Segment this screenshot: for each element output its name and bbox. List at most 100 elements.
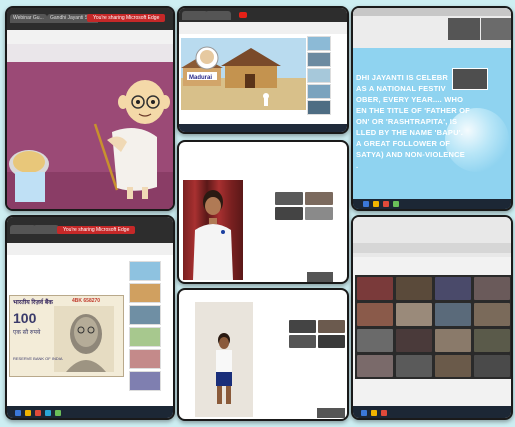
suggested-video-thumb[interactable] <box>129 371 161 391</box>
village-video-frame: Madurai <box>181 38 306 110</box>
browser-tab-bar <box>353 8 511 48</box>
taskbar <box>7 406 173 418</box>
participant-tile[interactable] <box>396 329 432 352</box>
taskbar-app-icon[interactable] <box>45 410 51 416</box>
participant-tile[interactable] <box>318 320 345 333</box>
taskbar-app-icon[interactable] <box>393 201 399 207</box>
suggested-video-thumb[interactable] <box>307 84 331 99</box>
slide-line: DHI JAYANTI IS CELEBR <box>356 73 448 82</box>
slide-text-block: DHI JAYANTI IS CELEBR AS A NATIONAL FEST… <box>356 72 506 171</box>
taskbar-app-icon[interactable] <box>381 410 387 416</box>
slide-line: EN THE TITLE OF 'FATHER OF <box>356 106 470 115</box>
participant-tile[interactable] <box>396 303 432 326</box>
address-bar[interactable] <box>179 22 347 34</box>
suggested-video-thumb[interactable] <box>307 52 331 67</box>
slide-line: ON' OR 'RASHTRAPITA', IS <box>356 117 458 126</box>
student-figure <box>216 333 232 404</box>
presentation-ribbon <box>353 8 511 16</box>
participant-tile[interactable] <box>305 207 333 220</box>
suggested-video-thumb[interactable] <box>129 283 161 303</box>
taskbar-app-icon[interactable] <box>383 201 389 207</box>
suggested-video-thumb[interactable] <box>129 261 161 281</box>
participant-tile[interactable] <box>357 329 393 352</box>
participant-tile[interactable] <box>275 192 303 205</box>
participant-tile[interactable] <box>396 277 432 300</box>
participant-tile[interactable] <box>317 408 345 418</box>
suggested-video-thumb[interactable] <box>129 305 161 325</box>
taskbar-app-icon[interactable] <box>55 410 61 416</box>
address-bar[interactable] <box>7 243 173 255</box>
screenshot-student-girl <box>177 140 349 284</box>
participant-tile[interactable] <box>307 272 333 282</box>
browser-tab-bar: You're sharing Microsoft Edge <box>7 217 173 243</box>
gandhi-portrait <box>54 306 114 372</box>
suggested-video-thumb[interactable] <box>129 327 161 347</box>
participant-tile[interactable] <box>474 355 510 377</box>
meeting-toolbar <box>353 217 511 257</box>
note-denomination: 100 <box>13 310 37 326</box>
participant-tile[interactable] <box>435 329 471 352</box>
participant-grid <box>289 320 347 348</box>
browser-tab-bar <box>179 8 347 22</box>
slide-line: SATYA) AND NON-VIOLENCE <box>356 150 465 159</box>
taskbar-app-icon[interactable] <box>15 410 21 416</box>
participant-tile[interactable] <box>357 355 393 377</box>
presenter-video <box>195 302 253 417</box>
participant-tile[interactable] <box>396 355 432 377</box>
taskbar-app-icon[interactable] <box>35 410 41 416</box>
presenter-video <box>183 180 243 280</box>
rupee-note-image: भारतीय रिज़र्व बैंक 4BK 658270 100 एक सौ… <box>9 295 124 377</box>
screenshot-gandhi-jayanti-slide: DHI JAYANTI IS CELEBR AS A NATIONAL FEST… <box>351 6 513 211</box>
browser-tab-bar: Webinar Gu... Gandhi Jayanti Sp... You'r… <box>7 8 173 30</box>
cartoon-gandhi-illustration <box>7 62 173 209</box>
note-words: एक सौ रुपये <box>13 330 41 336</box>
toolbar-strip <box>353 243 511 253</box>
suggested-video-thumb[interactable] <box>307 100 331 115</box>
screenshot-rupee-note: You're sharing Microsoft Edge भारतीय रिज… <box>5 215 175 420</box>
participant-tile[interactable] <box>275 207 303 220</box>
participant-tile[interactable] <box>435 277 471 300</box>
participant-tile[interactable] <box>289 335 316 348</box>
taskbar-app-icon[interactable] <box>373 201 379 207</box>
participant-tile[interactable] <box>474 277 510 300</box>
participant-tile[interactable] <box>357 303 393 326</box>
suggested-video-thumb[interactable] <box>129 349 161 369</box>
screenshot-participant-gallery <box>351 215 513 420</box>
video-sidebar <box>307 36 347 132</box>
note-header: भारतीय रिज़र्व बैंक <box>13 300 53 306</box>
screenshot-cartoon-gandhi: Webinar Gu... Gandhi Jayanti Sp... You'r… <box>5 6 175 211</box>
participant-tile[interactable] <box>305 192 333 205</box>
taskbar <box>353 199 511 209</box>
browser-tab[interactable]: Webinar Gu... <box>10 14 47 23</box>
taskbar-app-icon[interactable] <box>25 410 31 416</box>
participant-tile[interactable] <box>435 303 471 326</box>
taskbar <box>353 406 511 418</box>
screenshot-student-boy <box>177 288 349 421</box>
taskbar-app-icon[interactable] <box>361 410 367 416</box>
participant-tile[interactable] <box>435 355 471 377</box>
address-bar[interactable] <box>7 30 173 44</box>
participant-tile[interactable] <box>289 320 316 333</box>
taskbar-app-icon[interactable] <box>363 201 369 207</box>
participant-tile[interactable] <box>318 335 345 348</box>
video-sidebar <box>129 261 173 401</box>
screenshot-video-madurai: Madurai <box>177 6 349 134</box>
browser-tab[interactable] <box>205 11 231 20</box>
sharing-banner: You're sharing Microsoft Edge <box>57 226 136 234</box>
video-caption: Madurai <box>189 75 212 81</box>
participant-grid <box>275 192 335 220</box>
participant-tile[interactable] <box>357 277 393 300</box>
student-figure <box>193 190 233 280</box>
suggested-video-thumb[interactable] <box>307 68 331 83</box>
taskbar-app-icon[interactable] <box>371 410 377 416</box>
video-thumb-participant[interactable] <box>448 18 480 40</box>
video-thumb-participant[interactable] <box>481 18 511 40</box>
page-white-area <box>7 44 173 62</box>
slide-line: . <box>356 161 359 170</box>
suggested-video-thumb[interactable] <box>307 36 331 51</box>
participant-tile[interactable] <box>474 329 510 352</box>
slide-line: LLED BY THE NAME 'BAPU'. <box>356 128 463 137</box>
participant-grid <box>355 275 511 379</box>
browser-tab[interactable] <box>33 225 59 234</box>
participant-tile[interactable] <box>474 303 510 326</box>
